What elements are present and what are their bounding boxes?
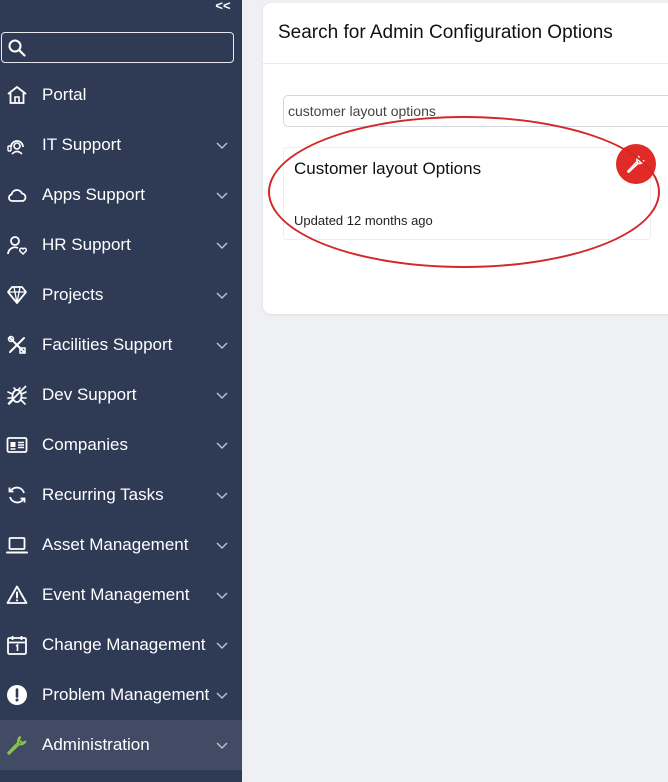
chevron-down-icon[interactable] <box>216 640 228 650</box>
divider <box>263 63 668 64</box>
sidebar-item-companies[interactable]: Companies <box>0 420 242 470</box>
laptop-icon <box>6 537 28 554</box>
refresh-icon <box>8 486 26 504</box>
chevron-down-icon[interactable] <box>216 590 228 600</box>
sidebar-item-label: Facilities Support <box>42 335 173 354</box>
chevron-down-icon[interactable] <box>216 390 228 400</box>
sidebar-item-apps-support[interactable]: Apps Support <box>0 170 242 220</box>
sidebar-item-problem-management[interactable]: Problem Management <box>0 670 242 720</box>
sidebar-item-label: Projects <box>42 285 104 304</box>
result-title: Customer layout Options <box>294 159 482 178</box>
chevron-down-icon[interactable] <box>216 540 228 550</box>
sidebar-item-event-management[interactable]: Event Management <box>0 570 242 620</box>
wrench-icon <box>7 735 27 755</box>
sidebar-item-administration[interactable]: Administration <box>0 720 242 770</box>
page-title: Search for Admin Configuration Options <box>278 22 613 43</box>
chevron-down-icon[interactable] <box>216 690 228 700</box>
sidebar-item-label: Portal <box>42 85 87 104</box>
diamond-icon <box>7 286 27 304</box>
chevron-down-icon[interactable] <box>216 340 228 350</box>
search-icon <box>8 39 26 57</box>
sidebar-item-label: Asset Management <box>42 535 189 554</box>
sidebar-item-facilities-support[interactable]: Facilities Support <box>0 320 242 370</box>
wrench-icon <box>627 155 645 173</box>
collapse-sidebar-button[interactable]: << <box>212 0 234 14</box>
sidebar-item-label: Change Management <box>42 635 206 654</box>
bug-icon <box>7 385 27 405</box>
chevron-down-icon[interactable] <box>216 190 228 200</box>
chevron-down-icon[interactable] <box>216 290 228 300</box>
user-heart-icon <box>7 236 28 256</box>
calendar-icon <box>7 636 27 655</box>
admin-config-search-panel: Search for Admin Configuration Options C… <box>263 3 668 314</box>
sidebar-search-input[interactable] <box>30 35 234 61</box>
sidebar-item-projects[interactable]: Projects <box>0 270 242 320</box>
tools-icon <box>7 335 26 354</box>
sidebar: << Portal IT Support Apps Support HR Sup… <box>0 0 242 782</box>
sidebar-item-label: Problem Management <box>42 685 210 704</box>
sidebar-item-label: Recurring Tasks <box>42 485 164 504</box>
cloud-icon <box>8 189 27 202</box>
sidebar-item-label: Event Management <box>42 585 190 604</box>
sidebar-item-label: Apps Support <box>42 185 146 204</box>
sidebar-item-hr-support[interactable]: HR Support <box>0 220 242 270</box>
sidebar-item-recurring-tasks[interactable]: Recurring Tasks <box>0 470 242 520</box>
sidebar-item-label: HR Support <box>42 235 131 254</box>
chevron-down-icon[interactable] <box>216 140 228 150</box>
result-badge <box>616 144 656 184</box>
warning-icon <box>6 585 28 604</box>
sidebar-search[interactable] <box>1 32 234 63</box>
sidebar-item-portal[interactable]: Portal <box>0 70 242 120</box>
chevron-down-icon[interactable] <box>216 440 228 450</box>
sidebar-item-dev-support[interactable]: Dev Support <box>0 370 242 420</box>
config-search-input[interactable] <box>283 95 668 127</box>
sidebar-nav: Portal IT Support Apps Support HR Suppor… <box>0 70 242 770</box>
sidebar-item-label: IT Support <box>42 135 122 154</box>
result-updated-time: Updated 12 months ago <box>294 213 433 228</box>
chevron-down-icon[interactable] <box>216 740 228 750</box>
sidebar-item-label: Administration <box>42 735 150 754</box>
sidebar-item-it-support[interactable]: IT Support <box>0 120 242 170</box>
id-card-icon <box>6 437 28 453</box>
sidebar-item-label: Companies <box>42 435 128 454</box>
search-result-card[interactable]: Customer layout Options Updated 12 month… <box>283 147 651 240</box>
sidebar-item-change-management[interactable]: Change Management <box>0 620 242 670</box>
sidebar-item-asset-management[interactable]: Asset Management <box>0 520 242 570</box>
chevron-down-icon[interactable] <box>216 240 228 250</box>
sidebar-item-label: Dev Support <box>42 385 137 404</box>
chevron-down-icon[interactable] <box>216 490 228 500</box>
alert-circle-icon <box>7 685 27 705</box>
it-support-icon <box>7 140 24 155</box>
home-icon <box>7 86 27 104</box>
